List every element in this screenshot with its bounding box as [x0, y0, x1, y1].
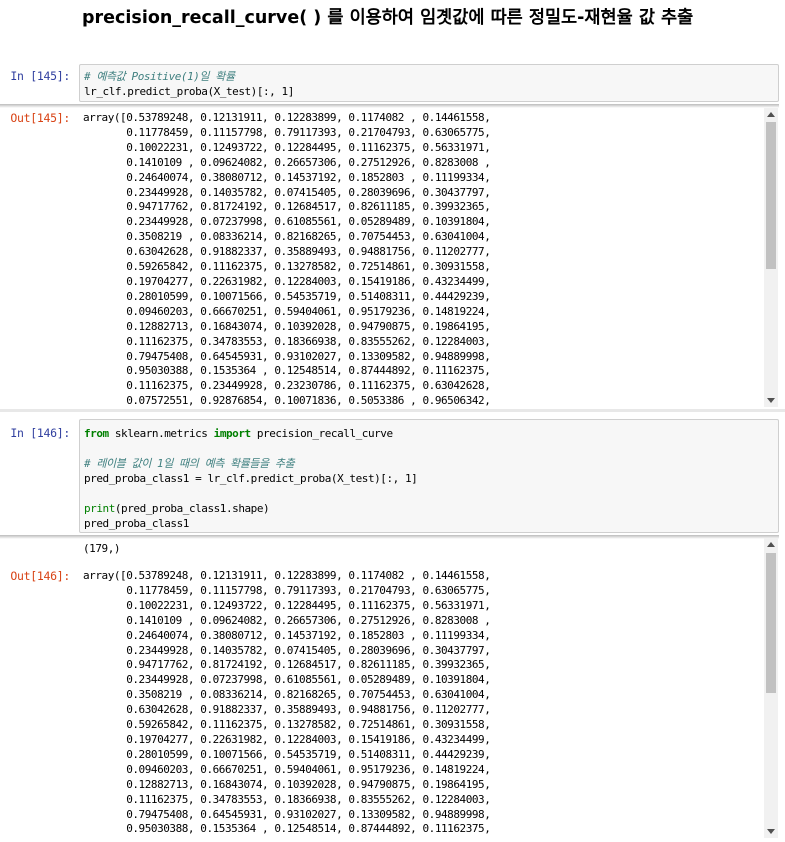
output-scrollbar-145[interactable] [764, 108, 778, 407]
output-scrollbar-146[interactable] [764, 538, 778, 838]
output-line: 0.63042628, 0.91882337, 0.35889493, 0.94… [83, 245, 491, 259]
keyword-from: from [84, 427, 109, 440]
output-line: array([0.53789248, 0.12131911, 0.1228389… [83, 569, 491, 582]
output-line: 0.11162375, 0.34783553, 0.18366938, 0.83… [83, 334, 491, 348]
output-line: 0.19704277, 0.22631982, 0.12284003, 0.15… [83, 274, 491, 288]
output-line: 0.28010599, 0.10071566, 0.54535719, 0.51… [83, 747, 491, 761]
output-line: 0.11778459, 0.11157798, 0.79117393, 0.21… [83, 583, 491, 597]
scroll-down-arrow-icon[interactable] [767, 829, 775, 834]
output-line: 0.63042628, 0.91882337, 0.35889493, 0.94… [83, 703, 491, 717]
code-comment: # 예측값 Positive(1)일 확률 [84, 70, 235, 83]
output-shadow [0, 104, 779, 108]
output-line: array([0.53789248, 0.12131911, 0.1228389… [83, 111, 491, 124]
output-line: 0.94717762, 0.81724192, 0.12684517, 0.82… [83, 200, 491, 214]
output-line: 0.59265842, 0.11162375, 0.13278582, 0.72… [83, 718, 491, 732]
page-title: precision_recall_curve( ) 를 이용하여 임곗값에 따른… [82, 8, 694, 28]
code-line: lr_clf.predict_proba(X_test)[:, 1] [84, 85, 294, 98]
output-line: 0.10022231, 0.12493722, 0.12284495, 0.11… [83, 598, 491, 612]
output-area-145[interactable]: array([0.53789248, 0.12131911, 0.1228389… [79, 111, 779, 407]
output-line: 0.24640074, 0.38080712, 0.14537192, 0.18… [83, 628, 491, 642]
code-comment: # 레이블 값이 1일 때의 예측 확률들을 추출 [84, 457, 295, 470]
output-line: 0.23449928, 0.14035782, 0.07415405, 0.28… [83, 185, 491, 199]
output-area-146[interactable]: array([0.53789248, 0.12131911, 0.1228389… [79, 569, 779, 842]
code-print-args: (pred_proba_class1.shape) [114, 502, 270, 515]
output-line: 0.07572551, 0.92876854, 0.10071836, 0.50… [83, 394, 491, 407]
output-line: 0.12882713, 0.16843074, 0.10392028, 0.94… [83, 777, 491, 791]
output-shadow [0, 535, 779, 539]
code-module: sklearn.metrics [108, 427, 214, 440]
scroll-up-arrow-icon[interactable] [767, 112, 775, 117]
output-line: 0.11778459, 0.11157798, 0.79117393, 0.21… [83, 125, 491, 139]
output-line: 0.19704277, 0.22631982, 0.12284003, 0.15… [83, 732, 491, 746]
scroll-thumb[interactable] [766, 553, 776, 693]
scroll-up-arrow-icon[interactable] [767, 542, 775, 547]
code-cell-146[interactable]: from sklearn.metrics import precision_re… [79, 419, 779, 533]
output-line: 0.12882713, 0.16843074, 0.10392028, 0.94… [83, 319, 491, 333]
scroll-thumb[interactable] [766, 122, 776, 269]
code-cell-145[interactable]: # 예측값 Positive(1)일 확률 lr_clf.predict_pro… [79, 64, 779, 102]
output-line: 0.09460203, 0.66670251, 0.59404061, 0.95… [83, 304, 491, 318]
code-import-name: precision_recall_curve [250, 427, 393, 440]
code-line: pred_proba_class1 [84, 517, 189, 530]
output-line: 0.3508219 , 0.08336214, 0.82168265, 0.70… [83, 688, 491, 702]
stream-output-text: (179,) [83, 542, 121, 555]
cell-divider [0, 409, 785, 412]
output-line: 0.23449928, 0.07237998, 0.61085561, 0.05… [83, 215, 491, 229]
output-line: 0.23449928, 0.07237998, 0.61085561, 0.05… [83, 673, 491, 687]
code-line: pred_proba_class1 = lr_clf.predict_proba… [84, 472, 418, 485]
output-line: 0.3508219 , 0.08336214, 0.82168265, 0.70… [83, 230, 491, 244]
output-line: 0.1410109 , 0.09624082, 0.26657306, 0.27… [83, 155, 491, 169]
output-line: 0.59265842, 0.11162375, 0.13278582, 0.72… [83, 260, 491, 274]
out-prompt-145: Out[145]: [10, 111, 70, 125]
output-line: 0.09460203, 0.66670251, 0.59404061, 0.95… [83, 762, 491, 776]
output-line: 0.95030388, 0.1535364 , 0.12548514, 0.87… [83, 822, 491, 836]
output-line: 0.11162375, 0.23449928, 0.23230786, 0.11… [83, 379, 491, 393]
output-line: 0.10022231, 0.12493722, 0.12284495, 0.11… [83, 140, 491, 154]
output-line: 0.79475408, 0.64545931, 0.93102027, 0.13… [83, 807, 491, 821]
output-text-146: array([0.53789248, 0.12131911, 0.1228389… [79, 569, 779, 837]
output-line: 0.94717762, 0.81724192, 0.12684517, 0.82… [83, 658, 491, 672]
builtin-print: print [84, 502, 115, 515]
output-line: 0.23449928, 0.14035782, 0.07415405, 0.28… [83, 643, 491, 657]
output-line: 0.95030388, 0.1535364 , 0.12548514, 0.87… [83, 364, 491, 378]
scroll-down-arrow-icon[interactable] [767, 398, 775, 403]
in-prompt-145: In [145]: [10, 69, 70, 83]
output-line: 0.24640074, 0.38080712, 0.14537192, 0.18… [83, 170, 491, 184]
output-line: 0.1410109 , 0.09624082, 0.26657306, 0.27… [83, 613, 491, 627]
output-line: 0.28010599, 0.10071566, 0.54535719, 0.51… [83, 289, 491, 303]
keyword-import: import [213, 427, 251, 440]
stream-output-146: (179,) [79, 542, 779, 558]
in-prompt-146: In [146]: [10, 426, 70, 440]
output-line: 0.79475408, 0.64545931, 0.93102027, 0.13… [83, 349, 491, 363]
output-line: 0.11162375, 0.34783553, 0.18366938, 0.83… [83, 792, 491, 806]
output-text-145: array([0.53789248, 0.12131911, 0.1228389… [79, 111, 779, 407]
out-prompt-146: Out[146]: [10, 569, 70, 583]
